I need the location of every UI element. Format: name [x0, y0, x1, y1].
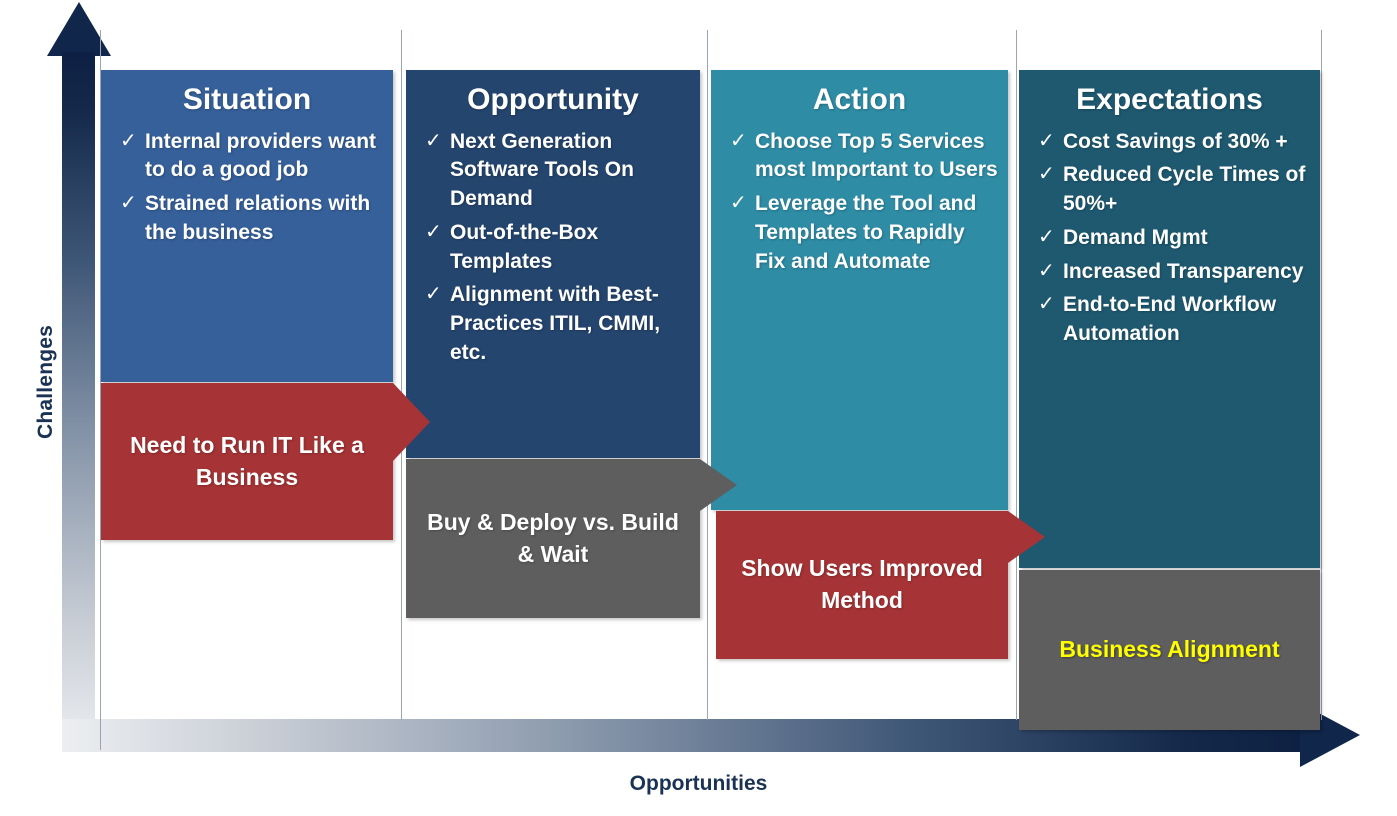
banner-show-users-improved-method[interactable]: Show Users Improved Method — [716, 511, 1008, 659]
bullet-text: Leverage the Tool and Templates to Rapid… — [755, 192, 977, 273]
check-icon: ✓ — [730, 192, 747, 215]
bullet-list-expectations: ✓ Cost Savings of 30% + ✓ Reduced Cycle … — [1029, 128, 1310, 349]
bullet-list-action: ✓ Choose Top 5 Services most Important t… — [721, 128, 998, 277]
banner-arrow-tip-icon — [393, 383, 430, 461]
bullet-list-opportunity: ✓ Next Generation Software Tools On Dema… — [416, 128, 690, 368]
column-divider-5 — [1321, 30, 1322, 720]
list-item: ✓ Leverage the Tool and Templates to Rap… — [721, 190, 998, 276]
check-icon: ✓ — [425, 283, 442, 306]
column-card-situation[interactable]: Situation ✓ Internal providers want to d… — [101, 70, 393, 382]
diagram-canvas: Challenges Opportunities Situation ✓ Int… — [0, 0, 1397, 816]
bullet-text: Alignment with Best-Practices ITIL, CMMI… — [450, 283, 661, 364]
banner-label: Need to Run IT Like a Business — [130, 431, 364, 490]
opportunities-axis-label: Opportunities — [629, 772, 768, 795]
list-item: ✓ Out-of-the-Box Templates — [416, 219, 690, 277]
bullet-text: Internal providers want to do a good job — [145, 129, 377, 182]
banner-label: Business Alignment — [1059, 636, 1280, 663]
bullet-text: Next Generation Software Tools On Demand — [450, 129, 634, 211]
bullet-list-situation: ✓ Internal providers want to do a good j… — [111, 128, 383, 248]
list-item: ✓ Reduced Cycle Times of 50%+ — [1029, 161, 1310, 219]
challenges-axis-shaft — [62, 52, 95, 752]
check-icon: ✓ — [425, 129, 442, 152]
column-title-expectations: Expectations — [1076, 83, 1263, 116]
list-item: ✓ Alignment with Best-Practices ITIL, CM… — [416, 281, 690, 367]
check-icon: ✓ — [1038, 225, 1055, 248]
bullet-text: Choose Top 5 Services most Important to … — [755, 129, 998, 182]
challenges-axis-label: Challenges — [34, 324, 57, 440]
column-divider-4 — [1016, 30, 1017, 720]
check-icon: ✓ — [425, 220, 442, 243]
banner-label: Show Users Improved Method — [741, 555, 983, 613]
banner-business-alignment[interactable]: Business Alignment — [1019, 570, 1320, 730]
check-icon: ✓ — [1038, 163, 1055, 186]
column-title-situation: Situation — [182, 83, 312, 116]
banner-arrow-tip-icon — [1008, 511, 1045, 563]
list-item: ✓ Increased Transparency — [1029, 258, 1310, 287]
check-icon: ✓ — [1038, 129, 1055, 152]
list-item: ✓ End-to-End Workflow Automation — [1029, 291, 1310, 349]
check-icon: ✓ — [1038, 293, 1055, 316]
list-item: ✓ Cost Savings of 30% + — [1029, 128, 1310, 157]
column-divider-3 — [707, 30, 708, 720]
column-card-expectations[interactable]: Expectations ✓ Cost Savings of 30% + ✓ R… — [1019, 70, 1320, 568]
list-item: ✓ Internal providers want to do a good j… — [111, 128, 383, 186]
banner-need-to-run-it-like-a-business[interactable]: Need to Run IT Like a Business — [101, 383, 393, 540]
banner-label: Buy & Deploy vs. Build & Wait — [427, 508, 679, 567]
column-divider-2 — [401, 30, 402, 720]
list-item: ✓ Next Generation Software Tools On Dema… — [416, 128, 690, 214]
column-title-opportunity: Opportunity — [467, 83, 639, 116]
check-icon: ✓ — [1038, 259, 1055, 282]
banner-buy-and-deploy-vs-build-and-wait[interactable]: Buy & Deploy vs. Build & Wait — [406, 459, 700, 618]
bullet-text: End-to-End Workflow Automation — [1063, 293, 1277, 346]
list-item: ✓ Choose Top 5 Services most Important t… — [721, 128, 998, 186]
column-card-opportunity[interactable]: Opportunity ✓ Next Generation Software T… — [406, 70, 700, 458]
banner-arrow-tip-icon — [700, 459, 737, 511]
list-item: ✓ Strained relations with the business — [111, 190, 383, 248]
check-icon: ✓ — [120, 129, 137, 152]
check-icon: ✓ — [730, 129, 747, 152]
bullet-text: Reduced Cycle Times of 50%+ — [1063, 163, 1306, 216]
bullet-text: Demand Mgmt — [1063, 225, 1208, 249]
bullet-text: Strained relations with the business — [145, 192, 371, 244]
column-title-action: Action — [812, 83, 907, 116]
bullet-text: Out-of-the-Box Templates — [450, 220, 599, 273]
challenges-axis-arrowhead-icon — [47, 2, 111, 56]
list-item: ✓ Demand Mgmt — [1029, 224, 1310, 253]
check-icon: ✓ — [120, 192, 137, 215]
bullet-text: Increased Transparency — [1063, 259, 1304, 283]
column-card-action[interactable]: Action ✓ Choose Top 5 Services most Impo… — [711, 70, 1008, 510]
bullet-text: Cost Savings of 30% + — [1063, 129, 1288, 153]
